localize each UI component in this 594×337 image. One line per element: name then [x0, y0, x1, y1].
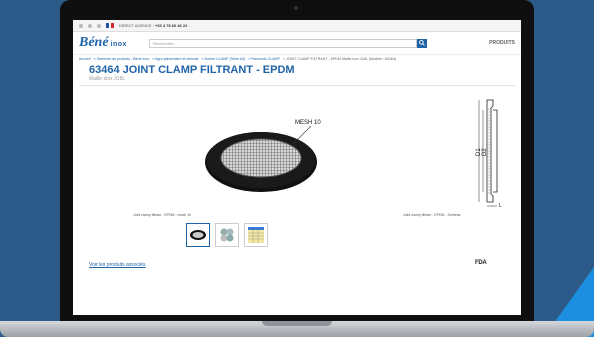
gasket-thumbnail-icon	[190, 230, 206, 240]
breadcrumb-home[interactable]: Accueil	[79, 57, 91, 61]
fda-certification-logo: FDA	[475, 260, 487, 266]
associated-products-link[interactable]: Voir les produits associés	[89, 262, 145, 268]
laptop-notch	[262, 321, 332, 326]
page-title: 63464 JOINT CLAMP FILTRANT - EPDM	[89, 64, 295, 76]
thumbnail-dimension-table[interactable]	[244, 223, 268, 247]
breadcrumb-clamp-fittings[interactable]: Raccords CLAMP	[251, 57, 280, 61]
dimension-d2: D2	[482, 148, 488, 156]
gasket-variants-icon	[220, 228, 234, 242]
breadcrumb-current: JOINT CLAMP FILTRANT - EPDM Maille inox …	[285, 57, 397, 61]
laptop-screen: DIRECT AGENCE : +33 4 78 66 46 22 Béné i…	[73, 20, 521, 315]
thumbnail-strip	[186, 223, 268, 247]
laptop-frame: DIRECT AGENCE : +33 4 78 66 46 22 Béné i…	[60, 0, 534, 322]
direct-agency-phone: DIRECT AGENCE : +33 4 78 66 46 22	[119, 23, 187, 28]
title-block: 63464 JOINT CLAMP FILTRANT - EPDM Maille…	[73, 64, 521, 82]
dimension-l: L	[499, 203, 502, 208]
top-bar: DIRECT AGENCE : +33 4 78 66 46 22	[73, 20, 521, 32]
thumbnail-gasket[interactable]	[186, 223, 210, 247]
home-icon[interactable]	[79, 23, 83, 28]
product-gallery: MESH 10 D1 D2 L Joint clamp filtrant - E…	[73, 86, 521, 268]
schema-drawing[interactable]: D1 D2 L	[475, 98, 511, 208]
products-menu[interactable]: PRODUITS	[489, 40, 515, 46]
search-input[interactable]: Rechercher...	[149, 38, 417, 48]
site-header: Béné inox Rechercher... PRODUITS	[73, 32, 521, 55]
breadcrumb-clamp-norm[interactable]: Norme CLAMP (Série 63)	[205, 57, 246, 61]
logo-sub-text: inox	[110, 41, 127, 48]
direct-agency-label: DIRECT AGENCE :	[119, 23, 154, 28]
logo-main-text: Béné	[79, 35, 109, 50]
bene-inox-logo[interactable]: Béné inox	[79, 35, 139, 51]
mesh-label: MESH 10	[295, 120, 321, 126]
phone-number[interactable]: +33 4 78 66 46 22	[155, 23, 187, 28]
laptop-base	[0, 321, 594, 337]
search-button[interactable]	[417, 38, 427, 48]
camera-dot	[294, 6, 298, 10]
mail-icon[interactable]	[88, 23, 92, 28]
table-thumbnail-icon	[248, 227, 264, 243]
search-icon	[419, 40, 425, 46]
breadcrumb-agro[interactable]: Agro-alimentaire et vinicole	[155, 57, 198, 61]
french-flag-icon[interactable]	[106, 23, 115, 28]
product-subtitle: Maille inox 316L	[89, 76, 126, 82]
gasket-image[interactable]: MESH 10	[201, 112, 331, 198]
breadcrumb: Accueil» Gammes de produits - Béné Inox»…	[79, 57, 397, 61]
thumbnail-gasket-variants[interactable]	[215, 223, 239, 247]
image-caption-left: Joint clamp filtrant - EPDM - mesh 10	[133, 213, 191, 217]
image-caption-right: Joint clamp filtrant - EPDM - Schéma	[403, 213, 461, 217]
settings-icon[interactable]	[97, 23, 101, 28]
breadcrumb-product-ranges[interactable]: Gammes de produits - Béné Inox	[97, 57, 150, 61]
